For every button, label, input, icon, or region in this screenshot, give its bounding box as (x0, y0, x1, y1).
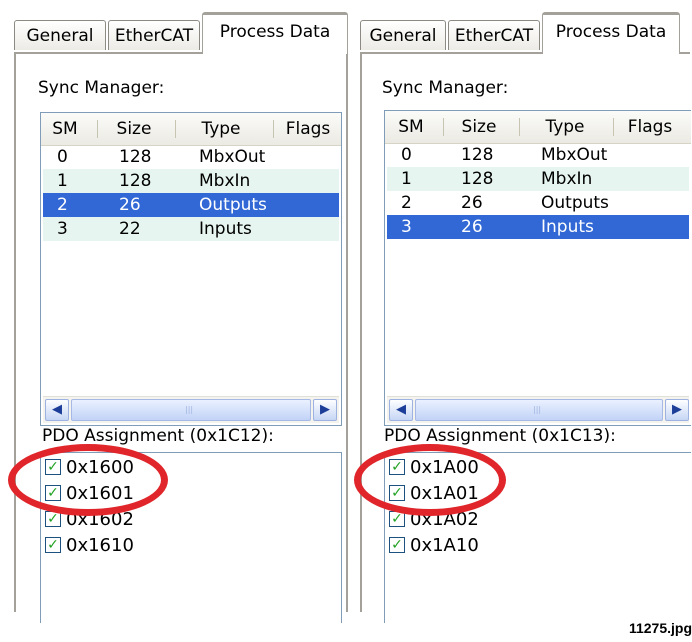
grip-icon: ||| (185, 405, 194, 414)
sync-manager-label: Sync Manager: (38, 78, 165, 98)
table-row[interactable]: 2 26 Outputs (387, 191, 689, 215)
table-row-selected[interactable]: 2 26 Outputs (43, 193, 339, 217)
checkmark-icon[interactable]: ✓ (45, 537, 61, 553)
cell-type: MbxOut (199, 147, 266, 167)
tab-content: Sync Manager: SM Size Type Flags 0 128 M… (360, 52, 691, 623)
table-row[interactable]: 1 128 MbxIn (43, 169, 339, 193)
highlight-oval-right (354, 444, 506, 516)
horizontal-scrollbar[interactable]: ◀ ||| ▶ (387, 396, 689, 423)
cell-type: Inputs (541, 217, 594, 237)
image-caption: 11275.jpg (628, 620, 692, 636)
tab-ethercat[interactable]: EtherCAT (108, 20, 200, 50)
pdo-assignment-label: PDO Assignment (0x1C13): (384, 426, 616, 446)
pdo-item-label: 0x1610 (66, 535, 134, 556)
pdo-assignment-label: PDO Assignment (0x1C12): (42, 426, 274, 446)
cell-type: MbxIn (541, 169, 593, 189)
list-header: SM Size Type Flags (41, 113, 341, 146)
checkmark-icon[interactable]: ✓ (389, 537, 405, 553)
arrow-right-icon[interactable]: ▶ (665, 399, 689, 421)
cell-sm: 2 (57, 195, 68, 215)
cell-sm: 1 (401, 169, 412, 189)
cell-size: 26 (119, 195, 141, 215)
column-header-flags[interactable]: Flags (617, 111, 683, 143)
table-row[interactable]: 0 128 MbxOut (43, 145, 339, 169)
arrow-right-icon[interactable]: ▶ (313, 399, 337, 421)
cell-size: 22 (119, 219, 141, 239)
column-header-type[interactable]: Type (525, 111, 605, 143)
highlight-oval-left (8, 444, 168, 516)
cell-sm: 0 (57, 147, 68, 167)
pdo-item-label: 0x1A10 (410, 535, 479, 556)
tab-bar: General EtherCAT Process Data (360, 0, 690, 54)
cell-size: 128 (461, 145, 494, 165)
sync-manager-label: Sync Manager: (382, 78, 509, 98)
left-process-data-panel: General EtherCAT Process Data Sync Manag… (14, 0, 348, 623)
cell-type: Outputs (541, 193, 609, 213)
cell-size: 26 (461, 193, 483, 213)
column-header-size[interactable]: Size (449, 111, 509, 143)
column-header-flags[interactable]: Flags (275, 113, 341, 145)
scroll-thumb[interactable]: ||| (415, 399, 663, 421)
cell-sm: 3 (401, 217, 412, 237)
cell-type: MbxOut (541, 145, 608, 165)
tab-content: Sync Manager: SM Size Type Flags 0 128 M… (14, 52, 348, 623)
cell-size: 128 (461, 169, 494, 189)
grip-icon: ||| (533, 405, 542, 414)
table-row[interactable]: 0 128 MbxOut (387, 143, 689, 167)
arrow-left-icon[interactable]: ◀ (45, 399, 69, 421)
table-row[interactable]: 3 22 Inputs (43, 217, 339, 241)
sync-manager-list[interactable]: SM Size Type Flags 0 128 MbxOut 1 128 Mb… (40, 112, 342, 426)
cell-sm: 1 (57, 171, 68, 191)
horizontal-scrollbar[interactable]: ◀ ||| ▶ (43, 396, 339, 423)
cell-sm: 2 (401, 193, 412, 213)
list-header: SM Size Type Flags (385, 111, 691, 144)
cell-size: 128 (119, 147, 152, 167)
cell-size: 128 (119, 171, 152, 191)
column-header-sm[interactable]: SM (41, 113, 89, 145)
cell-sm: 0 (401, 145, 412, 165)
tab-process-data[interactable]: Process Data (542, 12, 680, 54)
cell-type: Outputs (199, 195, 267, 215)
tab-ethercat[interactable]: EtherCAT (448, 20, 540, 50)
cell-type: Inputs (199, 219, 252, 239)
cell-size: 26 (461, 217, 483, 237)
column-header-type[interactable]: Type (181, 113, 261, 145)
sync-manager-list[interactable]: SM Size Type Flags 0 128 MbxOut 1 128 Mb… (384, 110, 691, 426)
tab-general[interactable]: General (14, 20, 106, 50)
arrow-left-icon[interactable]: ◀ (389, 399, 413, 421)
tab-general[interactable]: General (360, 20, 446, 50)
right-process-data-panel: General EtherCAT Process Data Sync Manag… (360, 0, 691, 623)
cell-type: MbxIn (199, 171, 251, 191)
cell-sm: 3 (57, 219, 68, 239)
scroll-thumb[interactable]: ||| (71, 399, 311, 421)
tab-bar: General EtherCAT Process Data (14, 0, 348, 54)
table-row-selected[interactable]: 3 26 Inputs (387, 215, 689, 239)
column-header-sm[interactable]: SM (385, 111, 437, 143)
column-header-size[interactable]: Size (103, 113, 165, 145)
tab-process-data[interactable]: Process Data (202, 12, 348, 54)
table-row[interactable]: 1 128 MbxIn (387, 167, 689, 191)
